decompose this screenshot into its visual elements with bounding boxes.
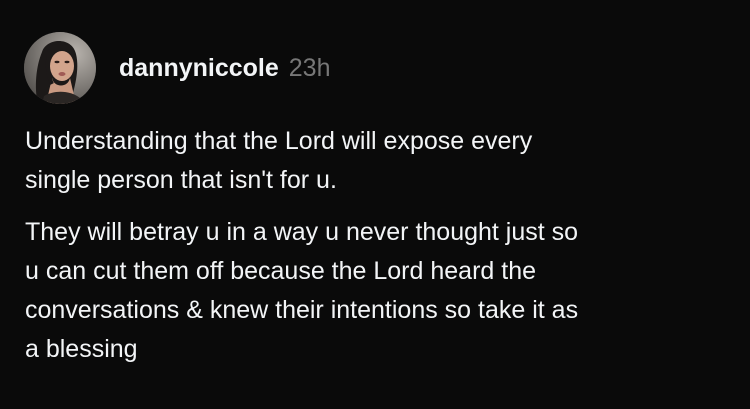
username-link[interactable]: dannyniccole xyxy=(119,54,279,83)
post-timestamp: 23h xyxy=(288,53,331,82)
post-body: Understanding that the Lord will expose … xyxy=(25,122,725,382)
thread-post: dannyniccole 23h Understanding that the … xyxy=(0,0,750,409)
avatar-photo xyxy=(24,32,96,104)
avatar[interactable] xyxy=(24,32,96,104)
post-header: dannyniccole 23h xyxy=(24,32,330,104)
post-paragraph-2: They will betray u in a way u never thou… xyxy=(25,218,579,363)
post-paragraph-1: Understanding that the Lord will expose … xyxy=(25,127,533,194)
